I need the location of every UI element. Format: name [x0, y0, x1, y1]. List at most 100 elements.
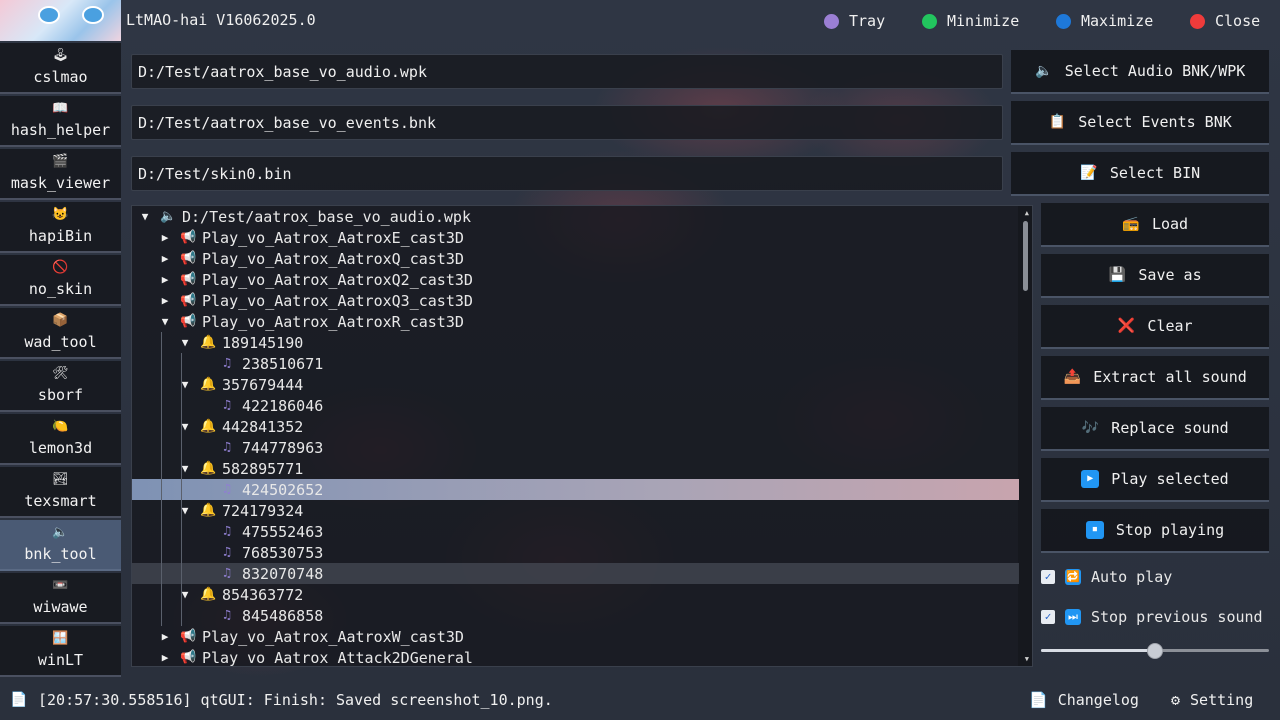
tree-row-label: 357679444: [222, 375, 304, 394]
tree-row[interactable]: ▶ 📢 Play_vo_Aatrox_AatroxQ_cast3D: [132, 248, 1019, 269]
auto-play-checkbox[interactable]: ✓: [1041, 570, 1055, 584]
sidebar-item-lemon3d[interactable]: 🍋 lemon3d: [0, 414, 121, 465]
event-icon: 📢: [180, 629, 197, 644]
tree-row-label: 189145190: [222, 333, 304, 352]
chevron-right-icon[interactable]: ▶: [158, 630, 172, 643]
tree-row[interactable]: ▶♫768530753: [132, 542, 1019, 563]
status-bar: 📄 [20:57:30.558516] qtGUI: Finish: Saved…: [0, 680, 1280, 720]
sidebar-item-hash-helper[interactable]: 📖 hash_helper: [0, 96, 121, 147]
setting-button[interactable]: ⚙ Setting: [1171, 691, 1253, 709]
tree-row[interactable]: ▼ 🔔 582895771: [132, 458, 1019, 479]
tree-row[interactable]: ▼ 📢 Play_vo_Aatrox_AatroxR_cast3D: [132, 311, 1019, 332]
sidebar-tool-icon: 📼: [52, 578, 69, 593]
tree-row[interactable]: ▶♫744778963: [132, 437, 1019, 458]
stop-previous-option[interactable]: ✓ ⏭ Stop previous sound: [1041, 605, 1263, 629]
tree-scrollbar[interactable]: ▲ ▼: [1018, 206, 1032, 666]
chevron-right-icon[interactable]: ▶: [158, 273, 172, 286]
load-button[interactable]: 📻 Load: [1041, 203, 1269, 247]
tree-row[interactable]: ▶♫475552463: [132, 521, 1019, 542]
skip-forward-icon: ⏭: [1065, 609, 1081, 625]
chevron-right-icon[interactable]: ▶: [158, 294, 172, 307]
tree-row[interactable]: ▶♫422186046: [132, 395, 1019, 416]
sidebar-tool-icon: 🛠: [52, 366, 69, 381]
chevron-down-icon[interactable]: ▼: [158, 315, 172, 328]
scroll-thumb[interactable]: [1023, 221, 1028, 291]
note-icon: ♫: [223, 545, 231, 560]
select-events-button[interactable]: 📋 Select Events BNK: [1011, 101, 1269, 145]
close-button[interactable]: Close: [1190, 10, 1260, 32]
sidebar-tool-icon: 🏞: [52, 472, 69, 487]
select-bin-button[interactable]: 📝 Select BIN: [1011, 152, 1269, 196]
tree-row[interactable]: ▶ 📢 Play_vo_Aatrox_AatroxQ2_cast3D: [132, 269, 1019, 290]
save-as-label: Save as: [1138, 266, 1202, 284]
select-audio-button[interactable]: 🔈 Select Audio BNK/WPK: [1011, 50, 1269, 94]
volume-handle[interactable]: [1147, 643, 1163, 659]
auto-play-option[interactable]: ✓ 🔁 Auto play: [1041, 565, 1172, 589]
bell-icon: 🔔: [200, 335, 217, 350]
sound-tree[interactable]: ▲ ▼ ▼ 🔈 D:/Test/aatrox_base_vo_audio.wpk ▶ 📢…: [131, 205, 1033, 667]
save-as-button[interactable]: 💾 Save as: [1041, 254, 1269, 298]
tree-row[interactable]: ▼ 🔔 189145190: [132, 332, 1019, 353]
tree-row[interactable]: ▶♫424502652: [132, 479, 1019, 500]
tree-row[interactable]: ▶ 📢 Play_vo_Aatrox_AatroxW_cast3D: [132, 626, 1019, 647]
play-selected-button[interactable]: ▶ Play selected: [1041, 458, 1269, 502]
stop-previous-label: Stop previous sound: [1091, 608, 1263, 626]
scroll-up-icon[interactable]: ▲: [1025, 209, 1029, 217]
tree-row[interactable]: ▶♫238510671: [132, 353, 1019, 374]
sidebar-item-wiwawe[interactable]: 📼 wiwawe: [0, 573, 121, 624]
tree-row-label: D:/Test/aatrox_base_vo_audio.wpk: [182, 207, 471, 226]
chevron-down-icon[interactable]: ▼: [138, 210, 152, 223]
chevron-right-icon[interactable]: ▶: [158, 231, 172, 244]
bell-icon: 🔔: [200, 587, 217, 602]
sidebar-item-hapibin[interactable]: 😺 hapiBin: [0, 202, 121, 253]
volume-slider[interactable]: [1041, 643, 1269, 659]
tree-guide-line: [161, 332, 162, 626]
tree-row[interactable]: ▼ 🔔 854363772: [132, 584, 1019, 605]
tree-row[interactable]: ▶ 📢 Play_vo_Aatrox_AatroxE_cast3D: [132, 227, 1019, 248]
close-dot-icon: [1190, 13, 1205, 29]
events-path-field[interactable]: D:/Test/aatrox_base_vo_events.bnk: [131, 105, 1003, 140]
tree-row[interactable]: ▼ 🔔 357679444: [132, 374, 1019, 395]
event-icon: 📢: [180, 650, 197, 665]
changelog-button[interactable]: 📄 Changelog: [1029, 691, 1139, 709]
bell-icon: 🔔: [200, 461, 217, 476]
sidebar-item-cslmao[interactable]: 🕹 cslmao: [0, 43, 121, 94]
sidebar-item-sborf[interactable]: 🛠 sborf: [0, 361, 121, 412]
tree-row[interactable]: ▼ 🔔 724179324: [132, 500, 1019, 521]
tree-row[interactable]: ▶ 📢 Play_vo_Aatrox_AatroxQ3_cast3D: [132, 290, 1019, 311]
chevron-right-icon[interactable]: ▶: [158, 651, 172, 664]
sidebar-tool-icon: 🔈: [52, 525, 69, 540]
sidebar-item-texsmart[interactable]: 🏞 texsmart: [0, 467, 121, 518]
tree-row[interactable]: ▶ 📢 Play_vo_Aatrox_Attack2DGeneral: [132, 647, 1019, 667]
note-icon: ♫: [223, 608, 231, 623]
bin-path-field[interactable]: D:/Test/skin0.bin: [131, 156, 1003, 191]
scroll-down-icon[interactable]: ▼: [1025, 655, 1029, 663]
minimize-button[interactable]: Minimize: [922, 10, 1019, 32]
select-bin-label: Select BIN: [1109, 164, 1201, 182]
sidebar-item-no-skin[interactable]: 🚫 no_skin: [0, 255, 121, 306]
tree-row[interactable]: ▶♫845486858: [132, 605, 1019, 626]
stop-playing-label: Stop playing: [1115, 521, 1225, 539]
chevron-right-icon[interactable]: ▶: [158, 252, 172, 265]
tree-row[interactable]: ▶♫832070748: [132, 563, 1019, 584]
audio-path-field[interactable]: D:/Test/aatrox_base_vo_audio.wpk: [131, 54, 1003, 89]
chevron-down-icon[interactable]: ▼: [178, 336, 192, 349]
tree-row[interactable]: ▼ 🔈 D:/Test/aatrox_base_vo_audio.wpk: [132, 206, 1019, 227]
replace-sound-button[interactable]: 🎶 Replace sound: [1041, 407, 1269, 451]
outbox-icon: 📤: [1063, 369, 1081, 385]
sidebar-tool-icon: 🕹: [52, 48, 69, 63]
sidebar-item-bnk-tool[interactable]: 🔈 bnk_tool: [0, 520, 121, 571]
sidebar-item-wad-tool[interactable]: 📦 wad_tool: [0, 308, 121, 359]
maximize-button[interactable]: Maximize: [1056, 10, 1153, 32]
sidebar-item-label: no_skin: [28, 280, 93, 298]
sidebar-item-label: texsmart: [24, 492, 97, 510]
clear-button[interactable]: ❌ Clear: [1041, 305, 1269, 349]
tree-row[interactable]: ▼ 🔔 442841352: [132, 416, 1019, 437]
sidebar-item-winlt[interactable]: 🪟 winLT: [0, 626, 121, 677]
extract-all-button[interactable]: 📤 Extract all sound: [1041, 356, 1269, 400]
note-icon: ♫: [223, 440, 231, 455]
stop-playing-button[interactable]: ⏹ Stop playing: [1041, 509, 1269, 553]
stop-previous-checkbox[interactable]: ✓: [1041, 610, 1055, 624]
tray-button[interactable]: Tray: [824, 10, 885, 32]
sidebar-item-mask-viewer[interactable]: 🎬 mask_viewer: [0, 149, 121, 200]
